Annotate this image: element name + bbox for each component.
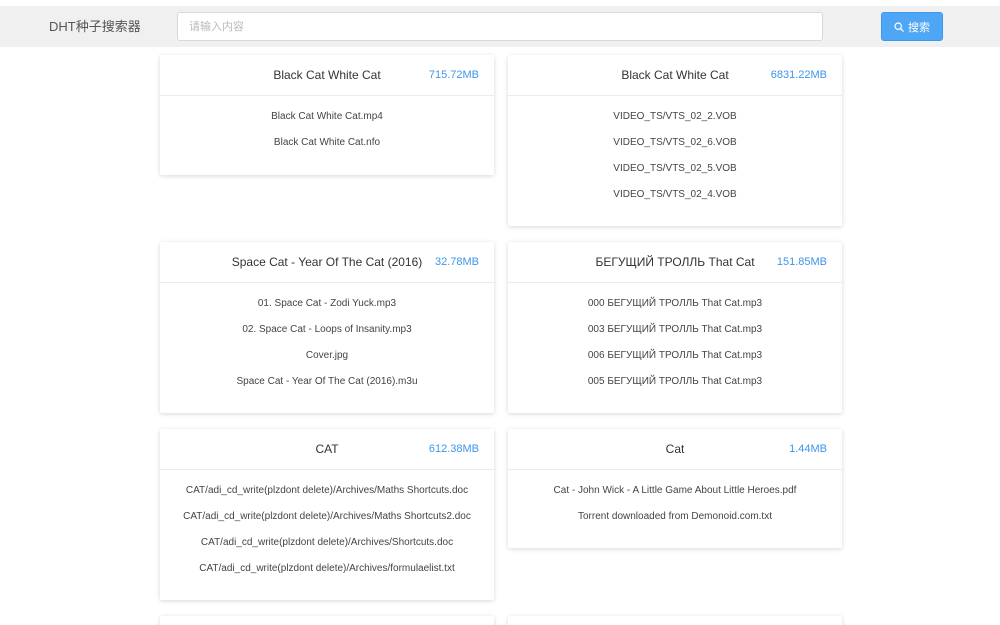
file-item: 02. Space Cat - Loops of Insanity.mp3 bbox=[242, 324, 412, 335]
result-card[interactable]: Black Cat White Cat 715.72MB Black Cat W… bbox=[160, 55, 494, 175]
file-item: Black Cat White Cat.mp4 bbox=[271, 111, 383, 122]
search-input[interactable] bbox=[177, 12, 823, 41]
file-item: Torrent downloaded from Demonoid.com.txt bbox=[578, 511, 772, 522]
file-list: 01. Space Cat - Zodi Yuck.mp3 02. Space … bbox=[160, 283, 494, 401]
file-item: CAT/adi_cd_write(plzdont delete)/Archive… bbox=[200, 537, 454, 548]
torrent-size: 32.78MB bbox=[434, 256, 479, 268]
file-item: 01. Space Cat - Zodi Yuck.mp3 bbox=[257, 298, 397, 309]
search-button-label: 搜索 bbox=[908, 21, 930, 34]
file-list: VIDEO_TS/VTS_02_2.VOB VIDEO_TS/VTS_02_6.… bbox=[508, 96, 842, 214]
file-item: CAT/adi_cd_write(plzdont delete)/Archive… bbox=[199, 563, 455, 574]
site-logo[interactable]: DHT种子搜索器 bbox=[49, 19, 141, 35]
result-card[interactable] bbox=[160, 616, 494, 625]
result-card[interactable]: Cat 1.44MB Cat - John Wick - A Little Ga… bbox=[508, 429, 842, 548]
result-card[interactable]: Space Cat - Year Of The Cat (2016) 32.78… bbox=[160, 242, 494, 413]
torrent-size: 612.38MB bbox=[428, 443, 479, 455]
card-header: БЕГУЩИЙ ТРОЛЛЬ That Cat 151.85MB bbox=[508, 242, 842, 283]
torrent-size: 151.85MB bbox=[776, 256, 827, 268]
torrent-size: 6831.22MB bbox=[770, 69, 827, 81]
file-item: VIDEO_TS/VTS_02_4.VOB bbox=[613, 189, 737, 200]
top-bar: DHT种子搜索器 搜索 bbox=[0, 6, 1000, 47]
file-item: VIDEO_TS/VTS_02_2.VOB bbox=[613, 111, 737, 122]
file-item: 003 БЕГУЩИЙ ТРОЛЛЬ That Cat.mp3 bbox=[587, 324, 763, 335]
card-header: Black Cat White Cat 715.72MB bbox=[160, 55, 494, 96]
file-list: CAT/adi_cd_write(plzdont delete)/Archive… bbox=[160, 470, 494, 588]
result-card[interactable]: CAT 612.38MB CAT/adi_cd_write(plzdont de… bbox=[160, 429, 494, 600]
card-header: Black Cat White Cat 6831.22MB bbox=[508, 55, 842, 96]
result-card[interactable]: БЕГУЩИЙ ТРОЛЛЬ That Cat 151.85MB 000 БЕГ… bbox=[508, 242, 842, 413]
file-item: CAT/adi_cd_write(plzdont delete)/Archive… bbox=[183, 511, 471, 522]
file-item: VIDEO_TS/VTS_02_5.VOB bbox=[613, 163, 737, 174]
file-list: Cat - John Wick - A Little Game About Li… bbox=[508, 470, 842, 536]
file-list: 000 БЕГУЩИЙ ТРОЛЛЬ That Cat.mp3 003 БЕГУ… bbox=[508, 283, 842, 401]
file-list: Black Cat White Cat.mp4 Black Cat White … bbox=[160, 96, 494, 162]
file-item: Space Cat - Year Of The Cat (2016).m3u bbox=[236, 376, 418, 387]
card-header: Cat 1.44MB bbox=[508, 429, 842, 470]
search-icon bbox=[894, 21, 904, 32]
card-header: CAT 612.38MB bbox=[160, 429, 494, 470]
result-card[interactable] bbox=[508, 616, 842, 625]
file-item: Cover.jpg bbox=[305, 350, 349, 361]
file-item: Black Cat White Cat.nfo bbox=[273, 137, 381, 148]
torrent-size: 1.44MB bbox=[789, 443, 827, 455]
file-item: 005 БЕГУЩИЙ ТРОЛЛЬ That Cat.mp3 bbox=[587, 376, 763, 387]
file-item: CAT/adi_cd_write(plzdont delete)/Archive… bbox=[185, 485, 469, 496]
torrent-size: 715.72MB bbox=[428, 69, 479, 81]
result-card[interactable]: Black Cat White Cat 6831.22MB VIDEO_TS/V… bbox=[508, 55, 842, 226]
search-button[interactable]: 搜索 bbox=[881, 12, 943, 41]
file-item: 000 БЕГУЩИЙ ТРОЛЛЬ That Cat.mp3 bbox=[587, 298, 763, 309]
file-item: 006 БЕГУЩИЙ ТРОЛЛЬ That Cat.mp3 bbox=[587, 350, 763, 361]
card-header: Space Cat - Year Of The Cat (2016) 32.78… bbox=[160, 242, 494, 283]
file-item: Cat - John Wick - A Little Game About Li… bbox=[553, 485, 797, 496]
file-item: VIDEO_TS/VTS_02_6.VOB bbox=[613, 137, 737, 148]
